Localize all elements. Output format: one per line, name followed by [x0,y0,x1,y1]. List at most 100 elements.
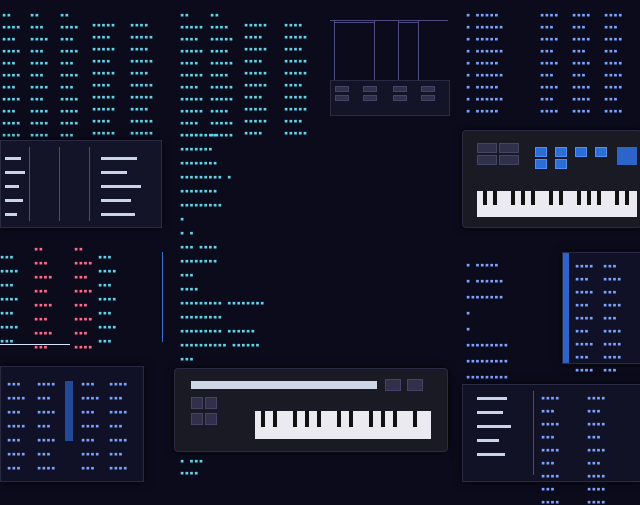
list-item: ▪▪▪ [0,282,15,288]
top-center-header: ▪▪ [210,12,220,18]
list-item: ▪▪▪▪ [604,36,623,42]
list-item: ▪ [466,310,471,316]
list-item: ▪▪▪▪▪▪▪▪ [180,258,218,264]
pad-button[interactable] [499,143,519,153]
black-key[interactable] [577,191,581,205]
pad-button[interactable] [499,155,519,165]
piano-keys[interactable] [255,411,431,439]
table-cell: ▪▪▪▪ [575,367,594,373]
list-item: ▪▪▪▪▪ [130,130,154,136]
control-button[interactable] [385,379,401,391]
slider-bar[interactable] [5,199,23,202]
list-item: ▪▪▪ [540,24,555,30]
pad-button-lit[interactable] [555,159,567,169]
black-key[interactable] [521,191,525,205]
list-item: ▪▪▪▪ [604,72,623,78]
strip-button[interactable] [363,86,377,92]
black-key[interactable] [349,411,353,427]
slider-bar[interactable] [477,411,503,414]
slider-bar[interactable] [5,185,19,188]
black-key[interactable] [531,191,535,205]
black-key[interactable] [369,411,373,427]
list-item: ▪▪▪▪ [572,108,591,114]
black-key[interactable] [559,191,563,205]
list-item: ▪▪▪▪▪ [180,96,204,102]
black-key[interactable] [511,191,515,205]
list-item: ▪▪▪▪ [30,84,49,90]
list-item: ▪▪▪▪ [60,120,79,126]
strip-button[interactable] [393,95,407,101]
pad-button[interactable] [477,143,497,153]
black-key[interactable] [625,191,629,205]
slider-bar[interactable] [101,157,137,160]
pad-button-lit[interactable] [555,147,567,157]
list-item: ▪▪▪▪ [130,22,149,28]
piano-keys[interactable] [477,191,637,217]
pad-button[interactable] [477,155,497,165]
keyboard-bottom-center [174,368,448,452]
control-button[interactable] [205,413,217,425]
pad-button-lit[interactable] [535,147,547,157]
slider-bar[interactable] [477,439,499,442]
slider-bar[interactable] [5,157,21,160]
black-key[interactable] [483,191,487,205]
black-key[interactable] [413,411,417,427]
pad-button-lit[interactable] [595,147,607,157]
top-center-col-1: ▪▪ ▪▪▪▪▪ ▪▪▪▪ ▪▪▪▪▪ ▪▪▪▪ ▪▪▪▪▪ ▪▪▪▪ ▪▪▪▪… [180,12,204,138]
top-right-list-4: ▪▪▪▪ ▪▪▪ ▪▪▪▪ ▪▪▪ ▪▪▪▪ ▪▪▪▪ ▪▪▪▪ ▪▪▪ ▪▪▪… [604,12,623,114]
strip-button[interactable] [421,86,435,92]
list-item: ▪▪▪▪ [130,70,149,76]
slider-bar[interactable] [101,171,127,174]
slider-bar[interactable] [477,453,505,456]
slider-bar[interactable] [101,185,141,188]
slider-bar[interactable] [101,213,135,216]
list-item: ▪▪▪▪ [60,96,79,102]
slider-bar[interactable] [5,171,25,174]
black-key[interactable] [337,411,341,427]
left-mid-scrollbar[interactable] [162,252,163,342]
column-divider [59,147,60,221]
table-cell: ▪▪▪ [603,263,618,269]
strip-button[interactable] [393,86,407,92]
black-key[interactable] [587,191,591,205]
pad-button-lit[interactable] [535,159,547,169]
black-key[interactable] [615,191,619,205]
footer-text: ▪ ▪▪▪ [180,458,204,464]
slider-bar[interactable] [5,213,17,216]
list-item: ▪▪▪ [30,72,45,78]
pad-button-lit[interactable] [575,147,587,157]
black-key[interactable] [549,191,553,205]
control-button[interactable] [407,379,423,391]
control-button[interactable] [191,413,203,425]
list-item: ▪▪▪▪ [572,36,591,42]
list-item: ▪▪▪▪ [540,108,559,114]
list-item: ▪▪▪▪ [60,48,79,54]
strip-button[interactable] [363,95,377,101]
strip-button[interactable] [421,95,435,101]
list-item: ▪▪▪▪ [0,268,19,274]
strip-button[interactable] [335,95,349,101]
table-cell: ▪▪▪▪ [587,499,606,505]
black-key[interactable] [493,191,497,205]
slider-bar[interactable] [477,397,507,400]
table-cell: ▪▪▪ [37,395,52,401]
list-item: ▪▪▪▪ [244,34,263,40]
list-item: ▪▪▪▪ [604,60,623,66]
black-key[interactable] [597,191,601,205]
list-item: ▪▪▪▪▪ [210,36,234,42]
table-cell: ▪▪▪▪ [587,473,606,479]
slider-bar[interactable] [477,425,511,428]
black-key[interactable] [393,411,397,427]
bottom-left-panel: ▪▪▪ ▪▪▪▪ ▪▪▪ ▪▪▪▪ ▪▪▪ ▪▪▪▪ ▪▪▪ ▪▪▪▪ ▪▪▪ … [0,366,144,482]
black-key[interactable] [381,411,385,427]
black-key[interactable] [293,411,297,427]
black-key[interactable] [273,411,277,427]
black-key[interactable] [261,411,265,427]
control-button[interactable] [205,397,217,409]
black-key[interactable] [317,411,321,427]
black-key[interactable] [305,411,309,427]
strip-button[interactable] [335,86,349,92]
list-item: ▪▪▪▪▪▪▪▪▪ [466,374,509,380]
slider-bar[interactable] [101,199,131,202]
control-button[interactable] [191,397,203,409]
